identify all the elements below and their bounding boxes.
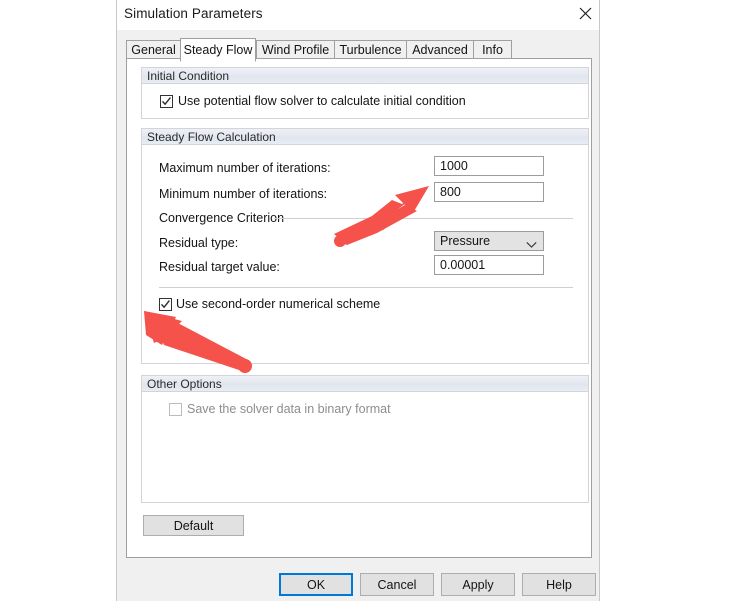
- group-steady-flow-calculation-title: Steady Flow Calculation: [147, 130, 276, 144]
- dialog-titlebar: Simulation Parameters: [117, 0, 599, 30]
- checkbox-use-second-order-scheme-label: Use second-order numerical scheme: [176, 297, 381, 311]
- ok-button[interactable]: OK: [279, 573, 353, 596]
- dialog-title: Simulation Parameters: [124, 6, 263, 21]
- group-other-options: Other Options Save the solver data in bi…: [141, 375, 589, 503]
- group-initial-condition-title: Initial Condition: [147, 69, 230, 83]
- checkbox-use-potential-flow-solver-label: Use potential flow solver to calculate i…: [178, 94, 466, 108]
- label-convergence-criterion: Convergence Criterion: [159, 211, 285, 225]
- group-other-options-title: Other Options: [147, 377, 222, 391]
- default-button[interactable]: Default: [143, 515, 244, 536]
- input-minimum-iterations[interactable]: 800: [434, 182, 544, 202]
- tab-general[interactable]: General: [126, 40, 181, 59]
- checkbox-save-solver-data-binary[interactable]: [169, 403, 182, 416]
- tab-turbulence[interactable]: Turbulence: [334, 40, 407, 59]
- convergence-criterion-separator: [274, 218, 573, 219]
- steady-flow-tab-page: Initial Condition Use potential flow sol…: [126, 58, 592, 558]
- simulation-parameters-dialog: Simulation Parameters General Steady Flo…: [116, 0, 600, 601]
- close-icon[interactable]: [572, 0, 599, 27]
- help-button[interactable]: Help: [522, 573, 596, 596]
- group-initial-condition-header: Initial Condition: [142, 68, 588, 84]
- tab-wind-profile[interactable]: Wind Profile: [256, 40, 335, 59]
- checkbox-save-solver-data-binary-label: Save the solver data in binary format: [187, 402, 391, 416]
- tab-strip: General Steady Flow Wind Profile Turbule…: [126, 38, 592, 62]
- group-other-options-header: Other Options: [142, 376, 588, 392]
- apply-button[interactable]: Apply: [441, 573, 515, 596]
- group-steady-flow-calculation: Steady Flow Calculation Maximum number o…: [141, 128, 589, 364]
- group-initial-condition: Initial Condition Use potential flow sol…: [141, 67, 589, 119]
- second-order-separator: [159, 287, 573, 288]
- select-residual-type[interactable]: Pressure: [434, 231, 544, 251]
- checkbox-use-second-order-scheme[interactable]: [159, 298, 172, 311]
- cancel-button[interactable]: Cancel: [360, 573, 434, 596]
- screen: Simulation Parameters General Steady Flo…: [0, 0, 729, 601]
- chevron-down-icon: [526, 236, 537, 250]
- label-minimum-iterations: Minimum number of iterations:: [159, 187, 328, 201]
- tab-advanced[interactable]: Advanced: [406, 40, 474, 59]
- input-residual-target-value[interactable]: 0.00001: [434, 255, 544, 275]
- input-maximum-iterations[interactable]: 1000: [434, 156, 544, 176]
- label-maximum-iterations: Maximum number of iterations:: [159, 161, 331, 175]
- label-residual-target-value: Residual target value:: [159, 260, 280, 274]
- checkbox-use-potential-flow-solver[interactable]: [160, 95, 173, 108]
- label-residual-type: Residual type:: [159, 236, 239, 250]
- tab-info[interactable]: Info: [473, 40, 512, 59]
- select-residual-type-value: Pressure: [440, 234, 491, 248]
- tab-steady-flow[interactable]: Steady Flow: [180, 38, 256, 62]
- group-steady-flow-calculation-header: Steady Flow Calculation: [142, 129, 588, 145]
